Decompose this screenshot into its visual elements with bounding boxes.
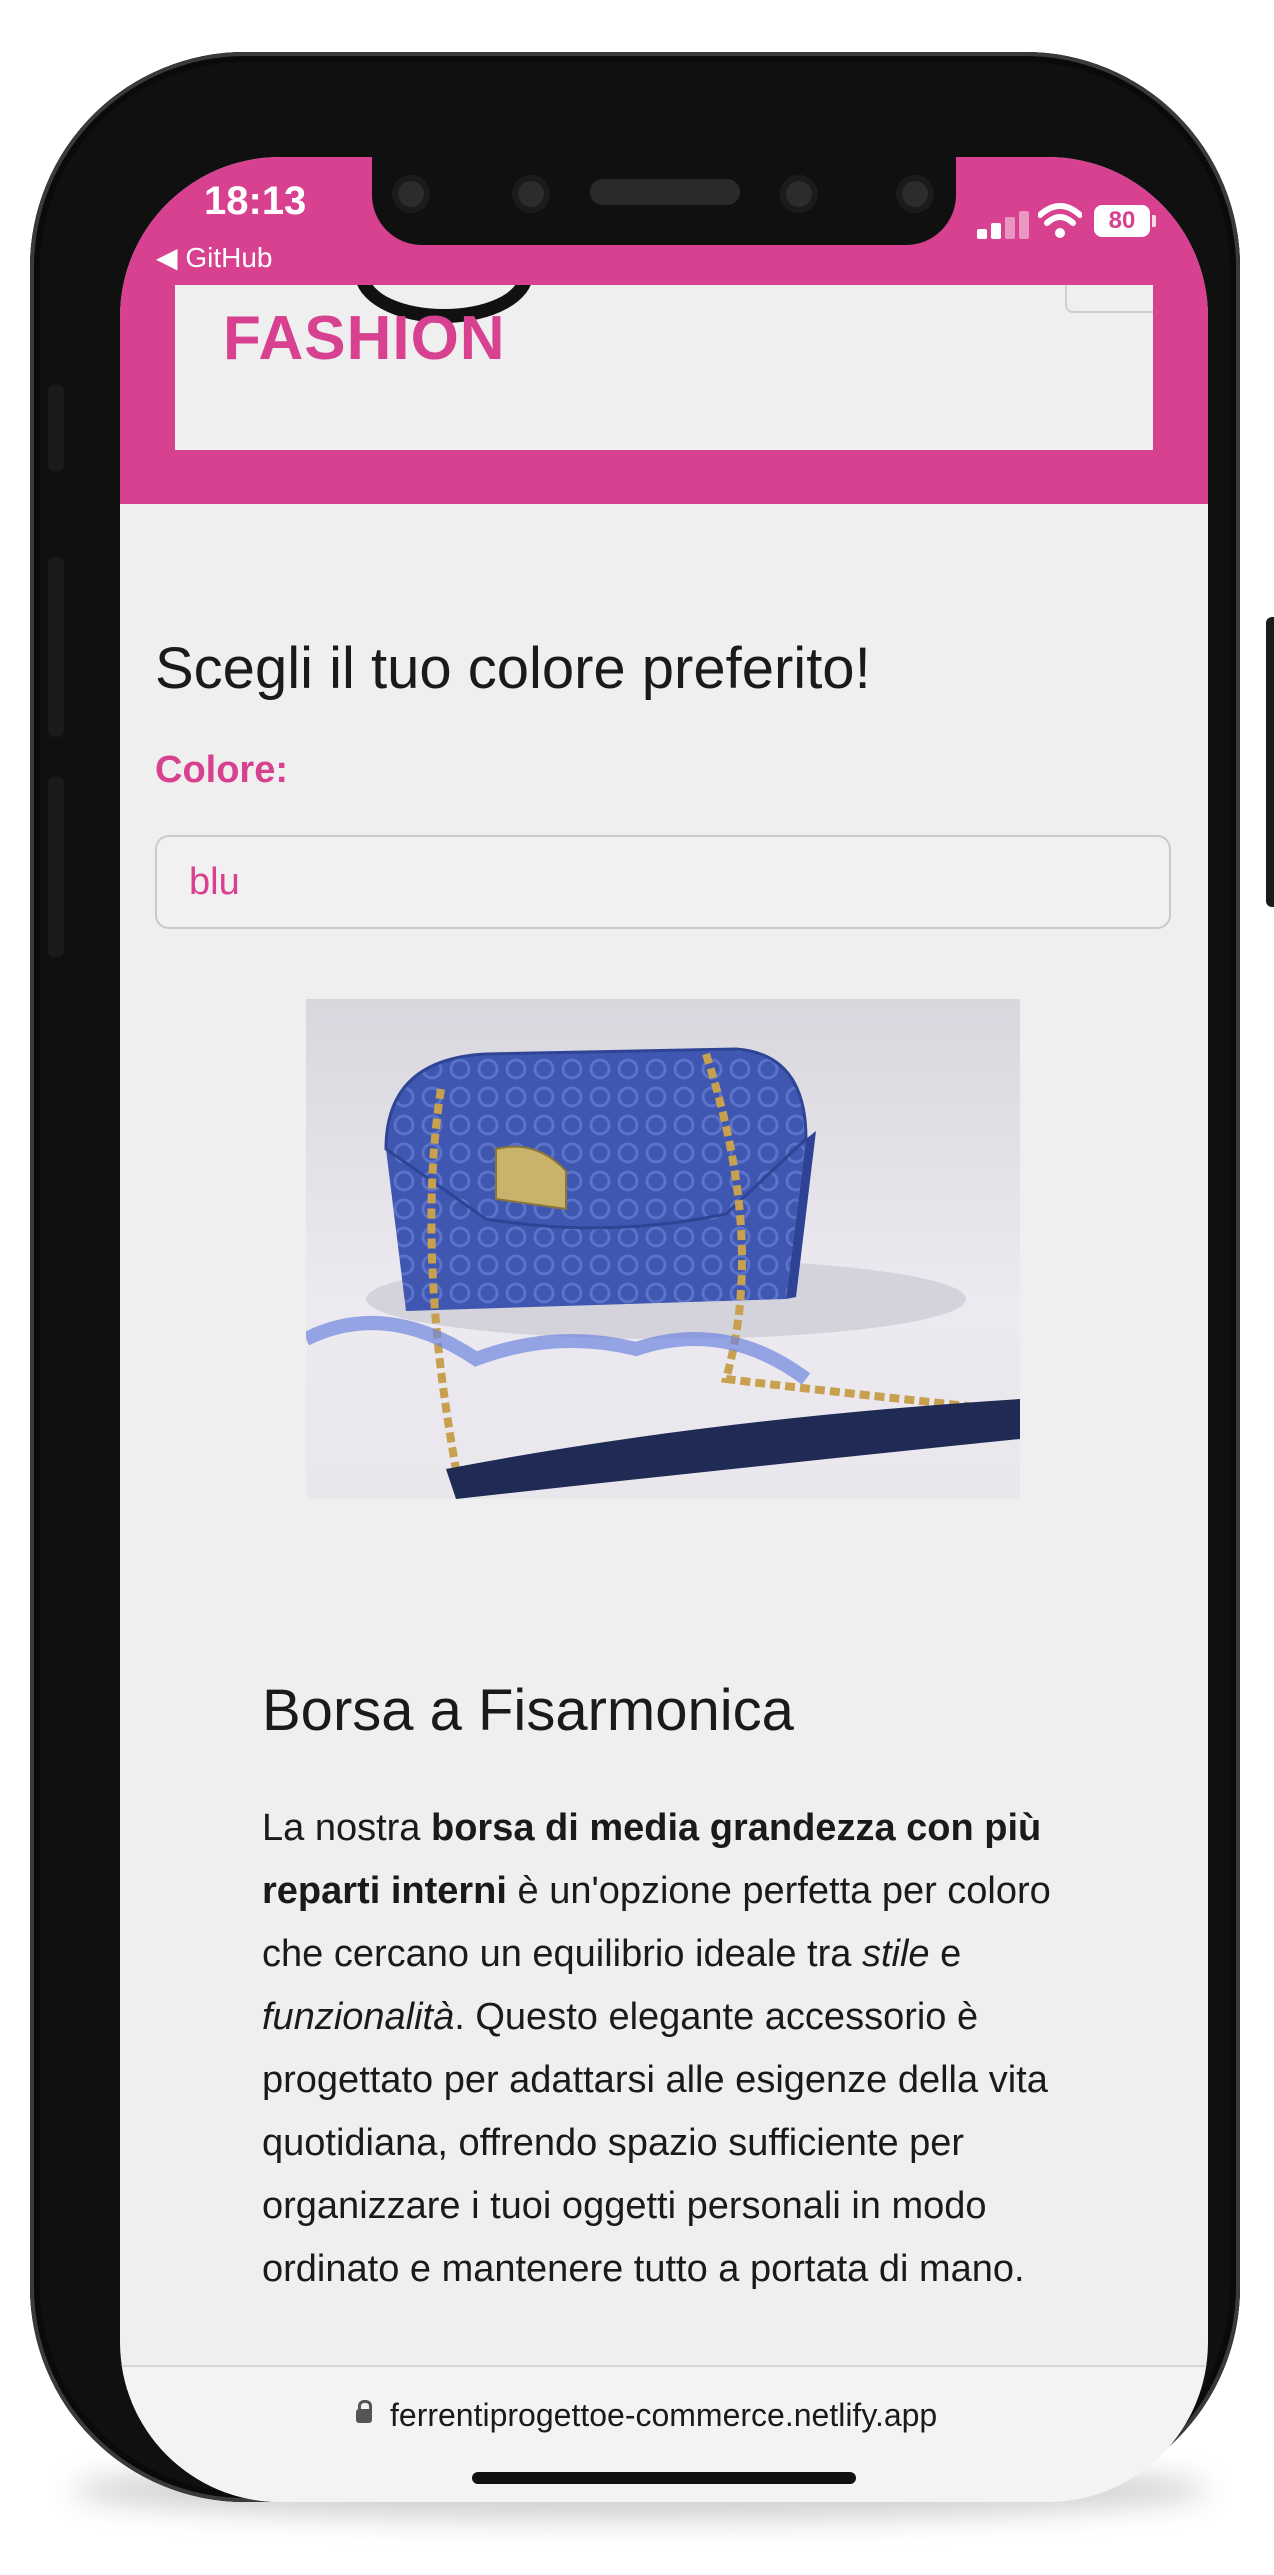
volume-up-button [48, 557, 64, 737]
wifi-icon [1038, 203, 1082, 238]
notch [372, 157, 956, 245]
battery-icon: 80 [1094, 205, 1150, 237]
page-title: Scegli il tuo colore preferito! [155, 636, 871, 701]
browser-url-bar[interactable]: ferrentiprogettoe-commerce.netlify.app [120, 2365, 1208, 2502]
sensor-dot [392, 175, 430, 213]
status-time: 18:13 [204, 179, 307, 223]
sensor-dot [512, 175, 550, 213]
screen: 18:13 ◀ GitHub 80 FASHION Scegli il tuo … [120, 157, 1208, 2502]
earpiece-speaker [590, 179, 740, 205]
front-camera [896, 175, 934, 213]
volume-down-button [48, 777, 64, 957]
color-select-value: blu [189, 861, 240, 903]
battery-nub [1152, 215, 1156, 227]
sensor-dot [780, 175, 818, 213]
url-text[interactable]: ferrentiprogettoe-commerce.netlify.app [390, 2397, 937, 2434]
color-label: Colore: [155, 749, 288, 791]
home-indicator[interactable] [472, 2472, 856, 2484]
product-image [306, 999, 1020, 1499]
lock-icon [356, 2400, 372, 2423]
site-header: FASHION [120, 285, 1208, 504]
logo-text[interactable]: FASHION [223, 303, 506, 374]
product-name: Borsa a Fisarmonica [262, 1678, 794, 1743]
back-to-app-link[interactable]: ◀ GitHub [156, 241, 272, 274]
silent-switch [48, 385, 64, 471]
menu-toggle-button[interactable] [1065, 285, 1153, 313]
phone-frame: 18:13 ◀ GitHub 80 FASHION Scegli il tuo … [30, 52, 1274, 2502]
header-brand-area: FASHION [175, 285, 1153, 450]
desc-italic: stile [861, 1933, 930, 1975]
color-select[interactable]: blu [155, 835, 1171, 929]
desc-text: e [929, 1933, 962, 1975]
power-button [1266, 617, 1274, 907]
bag-illustration [306, 1047, 1020, 1499]
desc-italic: funzionalità [262, 1996, 455, 2038]
product-description: La nostra borsa di media grandezza con p… [262, 1797, 1092, 2301]
cellular-signal-icon [977, 209, 1029, 239]
desc-text: La nostra [262, 1807, 431, 1849]
desc-text: . Questo elegante accessorio è progettat… [262, 1996, 1048, 2290]
